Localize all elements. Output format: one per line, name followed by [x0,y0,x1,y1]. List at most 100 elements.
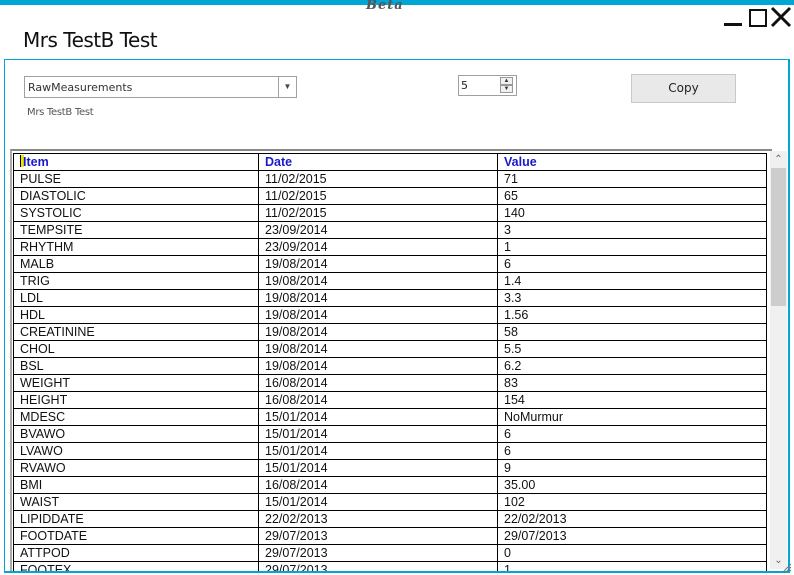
table-row[interactable]: CREATININE 19/08/2014 58 [13,323,767,341]
table-row[interactable]: PULSE 11/02/2015 71 [13,170,767,188]
table-row[interactable]: HDL 19/08/2014 1.56 [13,306,767,324]
scrollbar-thumb[interactable] [771,168,786,306]
cell-item[interactable]: MDESC [13,408,259,426]
cell-value[interactable]: 1 [497,561,767,571]
cell-value[interactable]: 6 [497,425,767,443]
cell-item[interactable]: CREATININE [13,323,259,341]
cell-date[interactable]: 22/02/2013 [258,510,498,528]
table-row[interactable]: FOOTDATE 29/07/2013 29/07/2013 [13,527,767,545]
cell-item[interactable]: SYSTOLIC [13,204,259,222]
cell-date[interactable]: 15/01/2014 [258,425,498,443]
cell-item[interactable]: HEIGHT [13,391,259,409]
report-type-select[interactable]: RawMeasurements ▼ [24,76,297,98]
cell-date[interactable]: 19/08/2014 [258,255,498,273]
cell-item[interactable]: WAIST [13,493,259,511]
count-stepper[interactable]: 5 ▲ ▼ [458,75,517,96]
cell-value[interactable]: 1 [497,238,767,256]
cell-value[interactable]: 9 [497,459,767,477]
cell-date[interactable]: 11/02/2015 [258,170,498,188]
cell-date[interactable]: 16/08/2014 [258,476,498,494]
cell-date[interactable]: 11/02/2015 [258,204,498,222]
cell-date[interactable]: 19/08/2014 [258,272,498,290]
cell-date[interactable]: 16/08/2014 [258,374,498,392]
cell-value[interactable]: 6 [497,442,767,460]
cell-item[interactable]: DIASTOLIC [13,187,259,205]
cell-date[interactable]: 15/01/2014 [258,408,498,426]
resize-grip-icon[interactable] [780,561,792,573]
column-header-item[interactable]: Item [13,153,259,171]
table-row[interactable]: MALB 19/08/2014 6 [13,255,767,273]
cell-value[interactable]: 71 [497,170,767,188]
cell-value[interactable]: 6 [497,255,767,273]
cell-date[interactable]: 15/01/2014 [258,493,498,511]
vertical-scrollbar[interactable]: ⌃ ⌄ [770,151,787,569]
copy-button[interactable]: Copy [631,74,736,103]
table-row[interactable]: HEIGHT 16/08/2014 154 [13,391,767,409]
cell-value[interactable]: NoMurmur [497,408,767,426]
cell-date[interactable]: 19/08/2014 [258,340,498,358]
cell-date[interactable]: 23/09/2014 [258,221,498,239]
table-row[interactable]: WEIGHT 16/08/2014 83 [13,374,767,392]
cell-date[interactable]: 29/07/2013 [258,544,498,562]
cell-item[interactable]: FOOTDATE [13,527,259,545]
scroll-up-icon[interactable]: ⌃ [770,151,787,168]
count-value[interactable]: 5 [461,79,468,92]
table-row[interactable]: MDESC 15/01/2014 NoMurmur [13,408,767,426]
cell-date[interactable]: 29/07/2013 [258,527,498,545]
cell-value[interactable]: 0 [497,544,767,562]
cell-date[interactable]: 19/08/2014 [258,289,498,307]
cell-value[interactable]: 154 [497,391,767,409]
table-row[interactable]: SYSTOLIC 11/02/2015 140 [13,204,767,222]
cell-date[interactable]: 29/07/2013 [258,561,498,571]
cell-item[interactable]: RHYTHM [13,238,259,256]
cell-item[interactable]: TEMPSITE [13,221,259,239]
table-row[interactable]: TEMPSITE 23/09/2014 3 [13,221,767,239]
cell-value[interactable]: 5.5 [497,340,767,358]
cell-date[interactable]: 16/08/2014 [258,391,498,409]
cell-item[interactable]: MALB [13,255,259,273]
close-icon[interactable] [770,6,792,28]
cell-value[interactable]: 6.2 [497,357,767,375]
table-row[interactable]: ATTPOD 29/07/2013 0 [13,544,767,562]
chevron-down-icon[interactable]: ▼ [278,77,296,97]
table-row[interactable]: BVAWO 15/01/2014 6 [13,425,767,443]
cell-item[interactable]: BSL [13,357,259,375]
decrement-arrow-icon[interactable]: ▼ [500,85,513,93]
table-row[interactable]: RVAWO 15/01/2014 9 [13,459,767,477]
table-row[interactable]: BMI 16/08/2014 35.00 [13,476,767,494]
table-row[interactable]: LDL 19/08/2014 3.3 [13,289,767,307]
cell-item[interactable]: FOOTEX [13,561,259,571]
cell-value[interactable]: 58 [497,323,767,341]
cell-item[interactable]: BMI [13,476,259,494]
cell-item[interactable]: LIPIDDATE [13,510,259,528]
cell-item[interactable]: BVAWO [13,425,259,443]
table-row[interactable]: RHYTHM 23/09/2014 1 [13,238,767,256]
cell-date[interactable]: 19/08/2014 [258,323,498,341]
cell-value[interactable]: 1.4 [497,272,767,290]
cell-value[interactable]: 29/07/2013 [497,527,767,545]
cell-value[interactable]: 102 [497,493,767,511]
cell-value[interactable]: 83 [497,374,767,392]
cell-value[interactable]: 3.3 [497,289,767,307]
cell-value[interactable]: 35.00 [497,476,767,494]
cell-value[interactable]: 1.56 [497,306,767,324]
table-row[interactable]: BSL 19/08/2014 6.2 [13,357,767,375]
cell-item[interactable]: LDL [13,289,259,307]
column-header-value[interactable]: Value [497,153,767,171]
cell-value[interactable]: 140 [497,204,767,222]
minimize-icon[interactable] [722,6,744,28]
cell-date[interactable]: 15/01/2014 [258,442,498,460]
cell-item[interactable]: TRIG [13,272,259,290]
table-row[interactable]: DIASTOLIC 11/02/2015 65 [13,187,767,205]
cell-date[interactable]: 11/02/2015 [258,187,498,205]
cell-item[interactable]: HDL [13,306,259,324]
table-row[interactable]: LIPIDDATE 22/02/2013 22/02/2013 [13,510,767,528]
cell-item[interactable]: CHOL [13,340,259,358]
table-row[interactable]: TRIG 19/08/2014 1.4 [13,272,767,290]
cell-date[interactable]: 23/09/2014 [258,238,498,256]
cell-date[interactable]: 19/08/2014 [258,357,498,375]
table-row[interactable]: FOOTEX 29/07/2013 1 [13,561,767,571]
cell-item[interactable]: RVAWO [13,459,259,477]
table-row[interactable]: CHOL 19/08/2014 5.5 [13,340,767,358]
cell-item[interactable]: PULSE [13,170,259,188]
